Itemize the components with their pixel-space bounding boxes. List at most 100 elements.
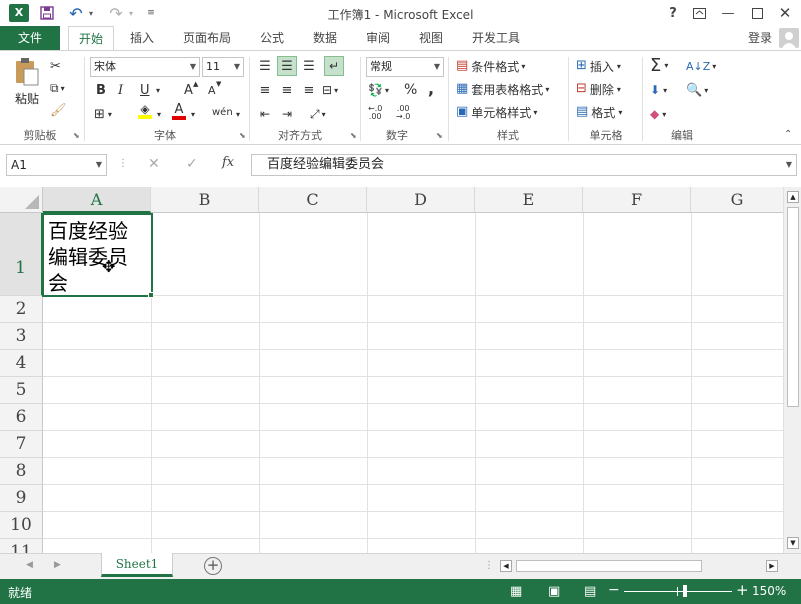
middle-align-icon[interactable]: ☰: [277, 56, 297, 76]
worksheet-grid[interactable]: A B C D E F G 1 2 3 4 5 6 7 8 9 10 11 百度…: [0, 187, 783, 553]
copy-icon[interactable]: ⧉ ▾: [50, 79, 65, 97]
orientation-icon[interactable]: ⤢ ▾: [310, 105, 326, 123]
sheet-tab-sheet1[interactable]: Sheet1: [101, 553, 173, 577]
format-as-table-button[interactable]: ▦ 套用表格格式 ▾: [456, 80, 549, 98]
row-header-2[interactable]: 2: [0, 296, 43, 323]
zoom-slider[interactable]: [624, 591, 732, 592]
enter-icon[interactable]: ✓: [186, 156, 198, 172]
find-select-icon[interactable]: 🔍 ▾: [686, 81, 708, 99]
cancel-icon[interactable]: ✕: [148, 156, 160, 172]
formula-input[interactable]: 百度经验编辑委员会 ▼: [251, 154, 797, 176]
tab-file[interactable]: 文件: [0, 26, 60, 50]
phonetic-dropdown-icon[interactable]: ▾: [236, 105, 240, 123]
grow-font-button[interactable]: A: [184, 81, 193, 99]
increase-decimal-icon[interactable]: ←.0.00: [368, 105, 382, 123]
column-header-d[interactable]: D: [367, 187, 475, 213]
scroll-right-icon[interactable]: ▶: [766, 560, 778, 572]
clear-icon[interactable]: ◆ ▾: [650, 105, 666, 123]
tab-data[interactable]: 数据: [305, 26, 345, 50]
format-cells-button[interactable]: ▤ 格式 ▾: [576, 103, 622, 121]
top-align-icon[interactable]: ☰: [256, 57, 274, 75]
fill-color-dropdown-icon[interactable]: ▾: [157, 105, 161, 123]
bold-button[interactable]: B: [96, 81, 106, 99]
page-layout-view-icon[interactable]: ▣: [548, 584, 560, 599]
cut-icon[interactable]: ✂: [50, 57, 61, 75]
bottom-align-icon[interactable]: ☰: [300, 57, 318, 75]
row-header-7[interactable]: 7: [0, 431, 43, 458]
align-left-icon[interactable]: ≡: [256, 81, 274, 99]
number-format-select[interactable]: 常规 ▼: [366, 57, 444, 77]
row-header-1[interactable]: 1: [0, 213, 43, 296]
accounting-format-icon[interactable]: 💱 ▾: [368, 81, 389, 99]
tab-view[interactable]: 视图: [411, 26, 451, 50]
column-header-b[interactable]: B: [151, 187, 259, 213]
cell-a1[interactable]: 百度经验 编辑委员 会: [42, 213, 153, 297]
collapse-ribbon-icon[interactable]: ⌃: [784, 129, 792, 140]
row-header-8[interactable]: 8: [0, 458, 43, 485]
column-header-e[interactable]: E: [475, 187, 583, 213]
row-header-4[interactable]: 4: [0, 350, 43, 377]
column-header-a[interactable]: A: [43, 187, 151, 213]
account-avatar-icon[interactable]: [779, 28, 799, 48]
row-header-11[interactable]: 11: [0, 539, 43, 553]
normal-view-icon[interactable]: ▦: [510, 584, 522, 599]
tab-developer[interactable]: 开发工具: [464, 26, 528, 50]
underline-dropdown-icon[interactable]: ▾: [156, 81, 160, 99]
tab-review[interactable]: 审阅: [358, 26, 398, 50]
new-sheet-icon[interactable]: +: [204, 557, 222, 575]
select-all-button[interactable]: [0, 187, 43, 213]
clipboard-launcher-icon[interactable]: ⬊: [73, 131, 80, 140]
tab-splitter-icon[interactable]: ⋮: [484, 560, 494, 571]
font-color-dropdown-icon[interactable]: ▾: [191, 105, 195, 123]
shrink-font-button[interactable]: A: [208, 81, 216, 99]
conditional-formatting-button[interactable]: ▤ 条件格式 ▾: [456, 57, 525, 75]
scroll-left-icon[interactable]: ◀: [500, 560, 512, 572]
row-header-5[interactable]: 5: [0, 377, 43, 404]
align-right-icon[interactable]: ≡: [300, 81, 318, 99]
tab-home[interactable]: 开始: [68, 26, 114, 50]
horizontal-scroll-thumb[interactable]: [516, 560, 702, 572]
fill-color-icon[interactable]: ◈: [138, 103, 152, 123]
scroll-up-icon[interactable]: ▲: [787, 191, 799, 203]
column-header-f[interactable]: F: [583, 187, 691, 213]
page-break-view-icon[interactable]: ▤: [584, 584, 596, 599]
alignment-launcher-icon[interactable]: ⬊: [350, 131, 357, 140]
tab-page-layout[interactable]: 页面布局: [175, 26, 239, 50]
tab-formulas[interactable]: 公式: [252, 26, 292, 50]
borders-icon[interactable]: ⊞ ▾: [94, 105, 112, 123]
help-icon[interactable]: ?: [660, 3, 686, 23]
decrease-indent-icon[interactable]: ⇤: [256, 105, 274, 123]
close-icon[interactable]: ✕: [772, 3, 798, 23]
scroll-down-icon[interactable]: ▼: [787, 537, 799, 549]
insert-cells-button[interactable]: ⊞ 插入 ▾: [576, 57, 621, 75]
wrap-text-icon[interactable]: ↵: [324, 56, 344, 76]
sort-filter-icon[interactable]: A↓Z ▾: [686, 57, 716, 75]
decrease-decimal-icon[interactable]: .00 →.0: [396, 105, 410, 123]
prev-sheet-icon[interactable]: ◀: [26, 560, 33, 570]
zoom-level[interactable]: 150%: [752, 584, 786, 598]
paste-button[interactable]: 粘贴: [10, 57, 44, 115]
horizontal-scrollbar[interactable]: ◀ ▶: [498, 559, 782, 574]
column-header-c[interactable]: C: [259, 187, 367, 213]
increase-indent-icon[interactable]: ⇥: [278, 105, 296, 123]
zoom-in-icon[interactable]: +: [736, 581, 749, 599]
zoom-out-icon[interactable]: −: [608, 582, 620, 598]
vertical-scroll-thumb[interactable]: [787, 207, 799, 407]
zoom-slider-thumb[interactable]: [683, 585, 687, 597]
underline-button[interactable]: U: [140, 81, 150, 99]
align-center-icon[interactable]: ≡: [278, 81, 296, 99]
fill-icon[interactable]: ⬇ ▾: [650, 81, 667, 99]
row-header-9[interactable]: 9: [0, 485, 43, 512]
name-box[interactable]: A1 ▼: [6, 154, 107, 176]
vertical-scrollbar[interactable]: ▲ ▼: [783, 187, 801, 553]
row-header-3[interactable]: 3: [0, 323, 43, 350]
ribbon-display-icon[interactable]: [686, 3, 712, 23]
formula-bar-grip-icon[interactable]: ⋮: [118, 158, 128, 169]
font-name-select[interactable]: 宋体 ▼: [90, 57, 200, 77]
italic-button[interactable]: I: [118, 81, 123, 99]
expand-formula-icon[interactable]: ▼: [786, 155, 792, 175]
cell-styles-button[interactable]: ▣ 单元格样式 ▾: [456, 103, 537, 121]
phonetic-guide-button[interactable]: wén: [212, 103, 233, 121]
minimize-icon[interactable]: —: [715, 3, 741, 23]
merge-center-icon[interactable]: ⊟ ▾: [322, 81, 338, 99]
